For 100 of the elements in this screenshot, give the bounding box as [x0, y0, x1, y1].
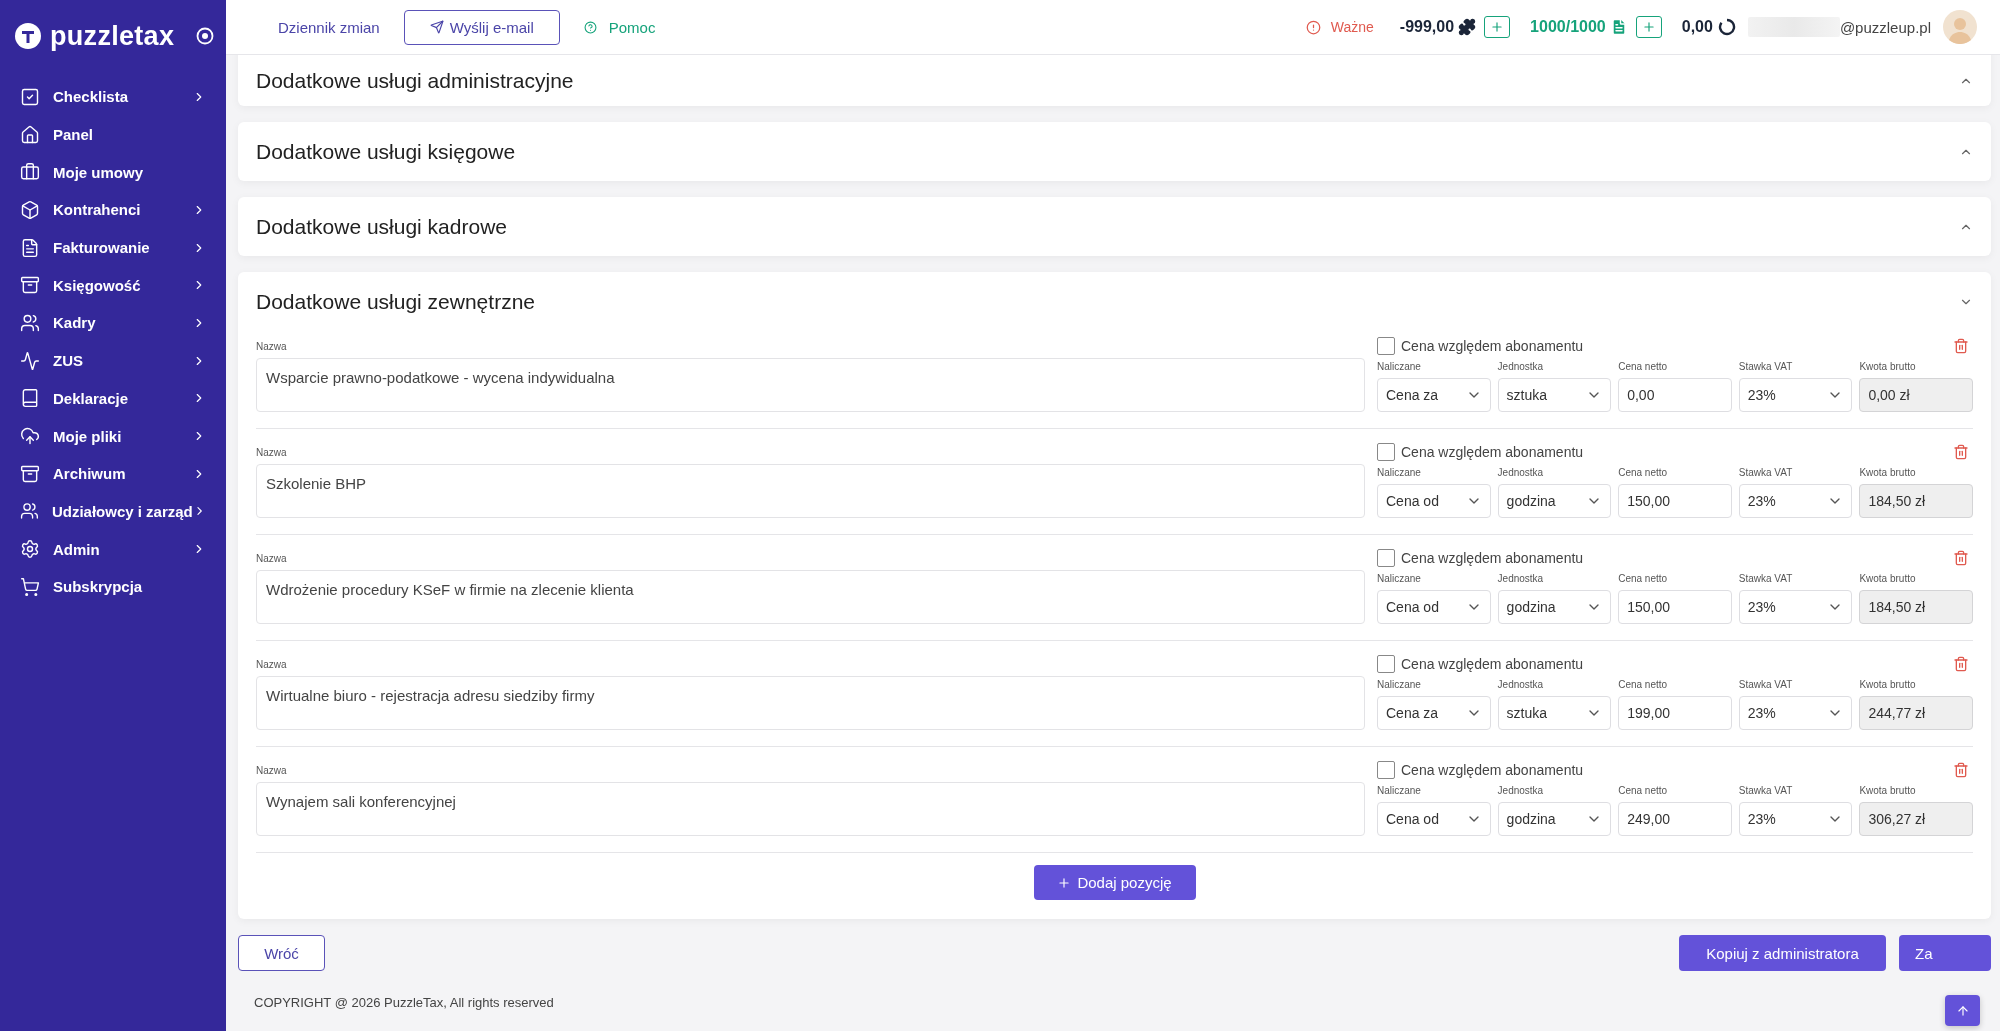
- select-field[interactable]: Cena od: [1377, 484, 1491, 518]
- select-field[interactable]: 23%: [1738, 484, 1853, 518]
- field-label: Stawka VAT: [1738, 784, 1794, 798]
- field-label: Naliczane: [1377, 572, 1422, 586]
- archive-icon: [20, 275, 40, 296]
- field-label: Naliczane: [1377, 784, 1422, 798]
- field-label: Jednostka: [1497, 678, 1545, 692]
- select-field[interactable]: 23%: [1738, 590, 1853, 624]
- sidebar-item[interactable]: Kontrahenci: [0, 191, 226, 229]
- trash-icon[interactable]: [1953, 338, 1969, 354]
- select-field[interactable]: 23%: [1738, 696, 1853, 730]
- checklist-icon: [20, 86, 40, 107]
- readonly-field: 306,27 zł: [1859, 802, 1973, 836]
- trash-icon[interactable]: [1953, 656, 1969, 672]
- balance-amount: 0,00: [1681, 18, 1713, 36]
- changelog-link[interactable]: Dziennik zmian: [278, 18, 380, 36]
- scroll-top-button[interactable]: [1945, 995, 1980, 1026]
- users-icon: [20, 501, 39, 522]
- select-field[interactable]: Cena za: [1377, 696, 1491, 730]
- add-documents-button[interactable]: [1635, 16, 1662, 38]
- send-icon: [429, 20, 444, 34]
- field-label: Jednostka: [1497, 572, 1545, 586]
- section-title: Dodatkowe usługi zewnętrzne: [256, 289, 536, 314]
- add-item-button[interactable]: Dodaj pozycję: [1033, 865, 1196, 900]
- checkbox[interactable]: [1377, 443, 1395, 461]
- send-email-button[interactable]: Wyślij e-mail: [403, 9, 560, 45]
- sidebar-item[interactable]: Kadry: [0, 304, 226, 342]
- documents-count: 1000/1000: [1530, 18, 1606, 36]
- save-button[interactable]: Za: [1899, 935, 1991, 971]
- sidebar-item[interactable]: Archiwum: [0, 454, 226, 493]
- sidebar-item[interactable]: Deklaracje: [0, 379, 226, 418]
- input-field[interactable]: 150,00: [1618, 484, 1732, 518]
- select-field[interactable]: Cena za: [1377, 378, 1491, 412]
- field-label: Jednostka: [1497, 466, 1545, 480]
- field-label: Stawka VAT: [1738, 466, 1794, 480]
- add-credits-button[interactable]: [1484, 16, 1511, 38]
- copy-from-admin-button[interactable]: Kopiuj z administratora: [1679, 935, 1886, 971]
- users-icon: [20, 312, 40, 333]
- progress-ring-icon: [1717, 18, 1736, 36]
- credits-amount: -999,00: [1399, 18, 1455, 36]
- sidebar-item[interactable]: Admin: [0, 530, 226, 568]
- section-title: Dodatkowe usługi kadrowe: [256, 214, 508, 239]
- checkbox[interactable]: [1377, 761, 1395, 779]
- sidebar-item[interactable]: Udziałowcy i zarząd: [0, 492, 226, 531]
- input-field[interactable]: 199,00: [1618, 696, 1732, 730]
- name-field[interactable]: Wsparcie prawno-podatkowe - wycena indywidualna: [256, 358, 1365, 412]
- field-label: Jednostka: [1497, 360, 1545, 374]
- sidebar-item[interactable]: Fakturowanie: [0, 228, 226, 267]
- name-field[interactable]: Wynajem sali konferencyjnej: [256, 782, 1365, 836]
- logo-icon: [14, 22, 42, 50]
- trash-icon[interactable]: [1953, 444, 1969, 460]
- alert-link[interactable]: Ważne: [1305, 19, 1374, 35]
- field-label: Cena netto: [1618, 784, 1669, 798]
- sidebar-item[interactable]: ZUS: [0, 341, 226, 380]
- select-field[interactable]: sztuka: [1497, 378, 1612, 412]
- pulse-icon: [20, 350, 40, 371]
- cloud-upload-icon: [20, 426, 40, 447]
- back-button[interactable]: Wróć: [238, 935, 325, 971]
- puzzle-icon: [1458, 18, 1477, 36]
- select-field[interactable]: 23%: [1738, 378, 1853, 412]
- checkbox[interactable]: [1377, 655, 1395, 673]
- arrow-up-icon: [1955, 1003, 1970, 1018]
- settings-icon: [20, 539, 40, 560]
- trash-icon[interactable]: [1953, 762, 1969, 778]
- sidebar-item[interactable]: Checklista: [0, 78, 226, 116]
- field-label: Nazwa: [256, 764, 288, 778]
- input-field[interactable]: 249,00: [1618, 802, 1732, 836]
- select-field[interactable]: godzina: [1497, 484, 1612, 518]
- select-field[interactable]: godzina: [1497, 590, 1612, 624]
- select-field[interactable]: Cena od: [1377, 802, 1491, 836]
- cart-icon: [20, 576, 40, 597]
- name-field[interactable]: Szkolenie BHP: [256, 464, 1365, 518]
- sidebar-item[interactable]: Subskrypcja: [0, 567, 226, 606]
- checkbox[interactable]: [1377, 549, 1395, 567]
- readonly-field: 244,77 zł: [1859, 696, 1973, 730]
- cube-icon: [20, 199, 40, 220]
- input-field[interactable]: 0,00: [1618, 378, 1732, 412]
- select-field[interactable]: sztuka: [1497, 696, 1612, 730]
- name-field[interactable]: Wdrożenie procedury KSeF w firmie na zlecenie klienta: [256, 570, 1365, 624]
- readonly-field: 184,50 zł: [1859, 590, 1973, 624]
- field-label: Kwota brutto: [1859, 784, 1917, 798]
- alert-icon: [1305, 19, 1321, 35]
- input-field[interactable]: 150,00: [1618, 590, 1732, 624]
- select-field[interactable]: 23%: [1738, 802, 1853, 836]
- sidebar-item[interactable]: Moje pliki: [0, 417, 226, 455]
- circle-dot-icon[interactable]: [196, 27, 215, 45]
- sidebar-item[interactable]: Moje umowy: [0, 153, 226, 192]
- select-field[interactable]: Cena od: [1377, 590, 1491, 624]
- user-email: @puzzleup.pl: [1839, 18, 1931, 36]
- field-label: Nazwa: [256, 552, 288, 566]
- help-icon: [583, 20, 597, 34]
- sidebar-item[interactable]: Panel: [0, 115, 226, 154]
- sidebar-item[interactable]: Księgowość: [0, 266, 226, 305]
- select-field[interactable]: godzina: [1497, 802, 1612, 836]
- name-field[interactable]: Wirtualne biuro - rejestracja adresu siedziby firmy: [256, 676, 1365, 730]
- checkbox-label: Cena względem abonamentu: [1401, 444, 1584, 460]
- home-icon: [20, 124, 40, 145]
- checkbox[interactable]: [1377, 337, 1395, 355]
- trash-icon[interactable]: [1953, 550, 1969, 566]
- field-label: Naliczane: [1377, 466, 1422, 480]
